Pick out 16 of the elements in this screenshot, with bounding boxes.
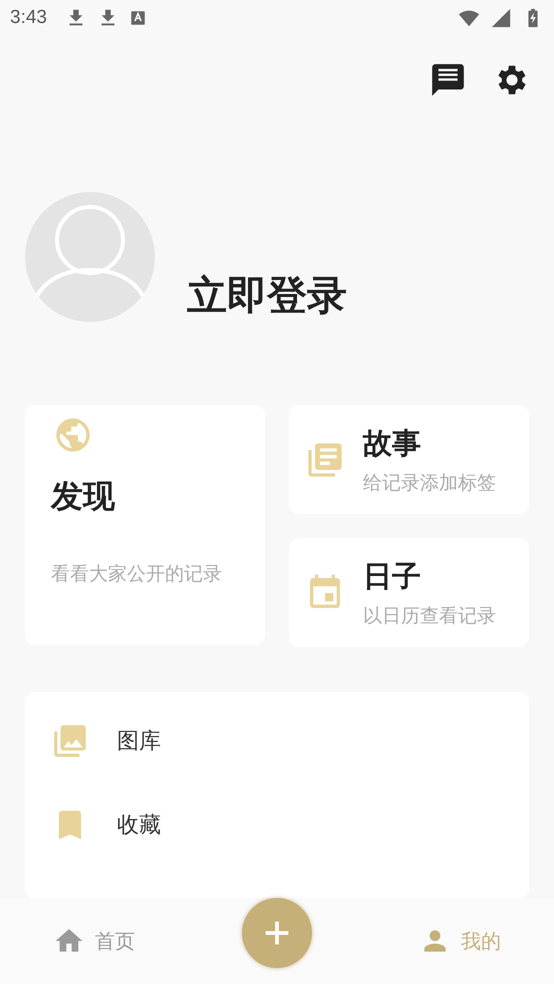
card-title: 日子 <box>363 558 422 594</box>
status-time: 3:43 <box>10 7 47 29</box>
card-subtitle: 给记录添加标签 <box>363 470 496 496</box>
keyboard-app-icon <box>128 9 147 27</box>
feature-card[interactable]: 故事 给记录添加标签 <box>289 405 529 514</box>
discover-card[interactable]: 发现 看看大家公开的记录 <box>25 405 265 645</box>
feature-card[interactable]: 日子 以日历查看记录 <box>289 538 529 647</box>
menu-item[interactable]: 图库 <box>117 726 161 756</box>
card-subtitle: 以日历查看记录 <box>363 604 496 628</box>
login-link[interactable]: 立即登录 <box>187 268 347 322</box>
signal-icon <box>490 7 512 29</box>
photo-library-icon <box>51 722 89 760</box>
card-title: 故事 <box>363 424 422 462</box>
menu-item[interactable]: 收藏 <box>117 810 161 840</box>
card-title: 发现 <box>51 476 115 517</box>
card-subtitle: 看看大家公开的记录 <box>51 562 222 587</box>
